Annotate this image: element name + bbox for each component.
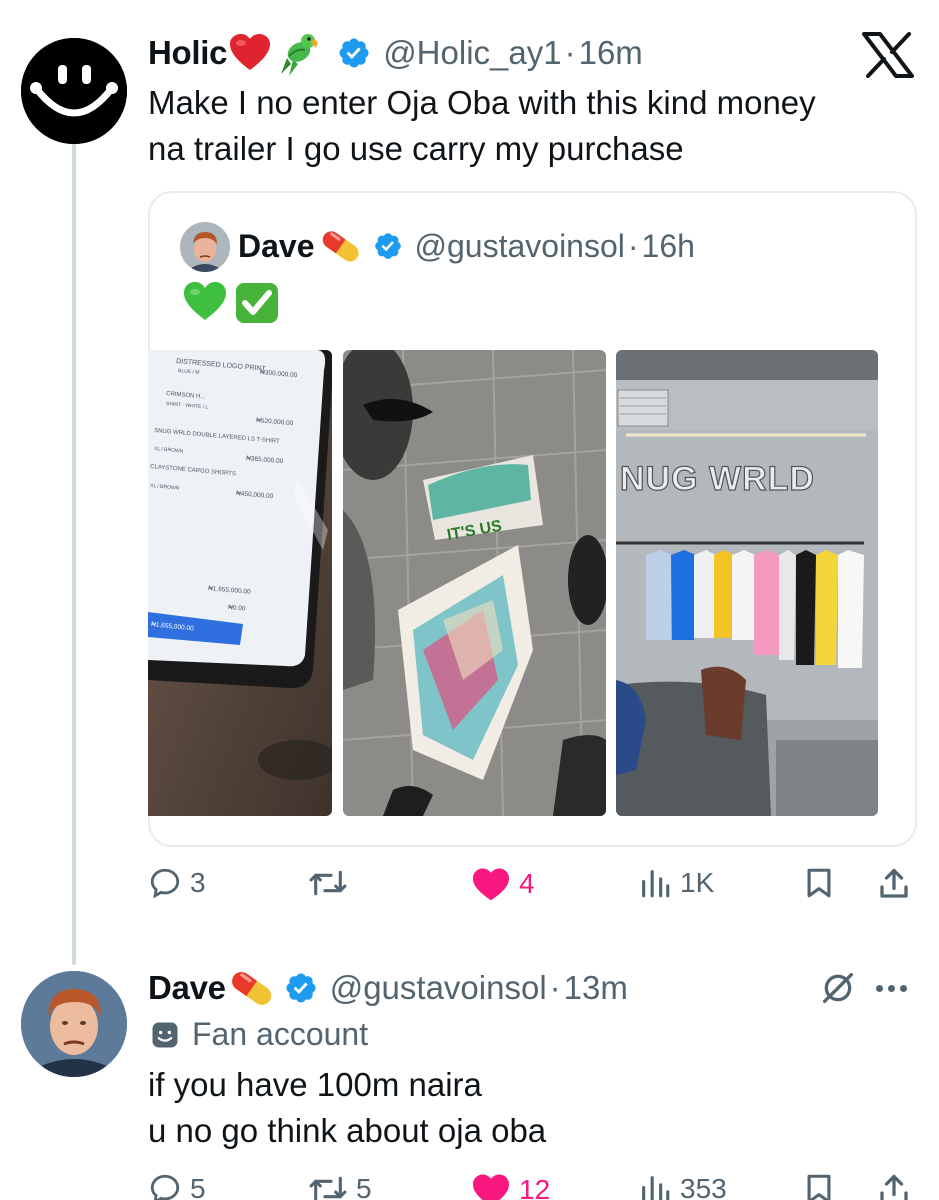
bookmark-button[interactable] bbox=[802, 866, 836, 900]
grok-icon[interactable] bbox=[818, 968, 858, 1008]
reply-button[interactable]: 5 bbox=[148, 1172, 206, 1200]
tweet-text: Make I no enter Oja Oba with this kind m… bbox=[148, 84, 816, 167]
like-button[interactable]: 4 bbox=[471, 866, 535, 902]
views-count: 1K bbox=[680, 867, 715, 898]
x-logo-icon bbox=[862, 32, 914, 78]
heart-filled-icon bbox=[473, 868, 509, 901]
reply-author-name[interactable]: Dave bbox=[148, 969, 226, 1007]
reply-icon bbox=[150, 1174, 180, 1200]
reply-action-bar: 5 5 12 353 bbox=[148, 1172, 918, 1200]
heart-filled-icon bbox=[473, 1174, 509, 1200]
verified-badge-icon bbox=[337, 36, 371, 70]
red-heart-icon bbox=[229, 34, 271, 72]
avatar[interactable] bbox=[21, 38, 127, 144]
quoted-author-handle[interactable]: @gustavoinsol bbox=[415, 228, 625, 265]
media-photo-bags[interactable]: IT'S US bbox=[343, 350, 606, 816]
tweet-action-bar: 3 4 1K bbox=[148, 866, 918, 910]
share-button[interactable] bbox=[876, 866, 912, 902]
smiley-face-icon bbox=[21, 38, 127, 144]
timestamp[interactable]: 16m bbox=[579, 34, 643, 72]
reply-header: Dave @gustavoinsol · 13m bbox=[148, 966, 628, 1010]
separator-dot: · bbox=[564, 34, 576, 71]
repost-button[interactable]: 5 bbox=[308, 1172, 372, 1200]
reply-count: 5 bbox=[190, 1173, 206, 1200]
quoted-timestamp[interactable]: 16h bbox=[642, 228, 695, 265]
bookmark-icon bbox=[807, 868, 831, 898]
reply-author-avatar[interactable] bbox=[21, 971, 127, 1077]
separator-dot: · bbox=[549, 969, 561, 1006]
author-handle[interactable]: @Holic_ay1 bbox=[383, 34, 561, 72]
more-options-icon[interactable] bbox=[876, 985, 907, 992]
like-count: 12 bbox=[519, 1174, 551, 1200]
views-chart-icon bbox=[642, 870, 670, 898]
quoted-author-avatar[interactable] bbox=[180, 222, 230, 272]
share-icon bbox=[880, 1174, 908, 1200]
views-button[interactable]: 353 bbox=[638, 1172, 727, 1200]
repost-icon bbox=[309, 1176, 347, 1200]
reply-button[interactable]: 3 bbox=[148, 866, 206, 900]
quoted-tweet-text bbox=[183, 282, 279, 324]
views-chart-icon bbox=[642, 1176, 670, 1200]
quoted-tweet-header: Dave @gustavoinsol · 16h bbox=[238, 226, 695, 266]
reply-author-handle[interactable]: @gustavoinsol bbox=[330, 969, 547, 1007]
pill-icon bbox=[319, 226, 363, 266]
media-photo-receipt[interactable]: DISTRESSED LOGO PRINT BLUE / M ₦300,000.… bbox=[148, 350, 332, 816]
reply-count: 3 bbox=[190, 867, 206, 898]
media-photo-store[interactable]: NUG WRLD bbox=[616, 350, 878, 816]
like-count: 4 bbox=[519, 868, 535, 899]
fan-account-text: Fan account bbox=[192, 1016, 369, 1052]
bookmark-button[interactable] bbox=[802, 1172, 836, 1200]
reply-timestamp[interactable]: 13m bbox=[564, 969, 628, 1007]
views-count: 353 bbox=[680, 1173, 727, 1200]
person-avatar-icon bbox=[21, 971, 127, 1077]
parrot-icon bbox=[277, 30, 323, 76]
quoted-author-name[interactable]: Dave bbox=[238, 228, 315, 265]
thread-connector-line bbox=[72, 140, 76, 965]
theater-masks-icon bbox=[152, 1022, 178, 1047]
like-button[interactable]: 12 bbox=[471, 1172, 550, 1200]
check-mark-button-icon bbox=[236, 283, 278, 323]
separator-dot: · bbox=[627, 227, 639, 264]
reply-text: if you have 100m naira u no go think abo… bbox=[148, 1066, 547, 1149]
share-icon bbox=[880, 868, 908, 898]
fan-account-label: Fan account bbox=[150, 1016, 368, 1053]
repost-icon bbox=[309, 870, 347, 896]
author-name[interactable]: Holic bbox=[148, 34, 227, 72]
store-sign: NUG WRLD bbox=[620, 460, 815, 498]
tweet-header: Holic @Holic_ay1 · 16m bbox=[148, 30, 643, 76]
views-button[interactable]: 1K bbox=[638, 866, 714, 900]
green-heart-icon bbox=[184, 282, 226, 320]
reply-icon bbox=[150, 868, 180, 899]
share-button[interactable] bbox=[876, 1172, 912, 1200]
pill-icon bbox=[228, 966, 276, 1010]
repost-count: 5 bbox=[356, 1173, 372, 1200]
repost-button[interactable] bbox=[308, 866, 356, 900]
person-avatar-icon bbox=[180, 222, 230, 272]
verified-badge-icon bbox=[373, 231, 403, 261]
verified-badge-icon bbox=[284, 971, 318, 1005]
bookmark-icon bbox=[807, 1174, 831, 1200]
